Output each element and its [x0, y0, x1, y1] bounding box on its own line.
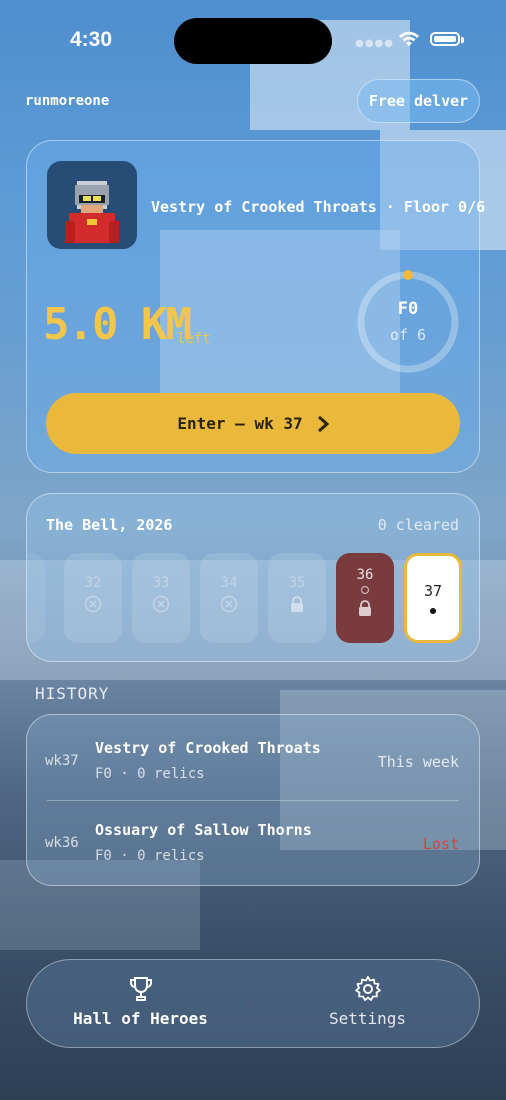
week-tile[interactable]: 35	[268, 553, 326, 643]
x-circle-icon	[84, 595, 102, 613]
tab-bar: Hall of Heroes Settings	[26, 959, 480, 1048]
history-card: wk37 Vestry of Crooked Throats F0 · 0 re…	[26, 714, 480, 886]
history-week: wk36	[45, 835, 79, 851]
current-dot-icon	[430, 608, 436, 614]
week-number: 35	[288, 575, 306, 591]
history-heading: HISTORY	[35, 684, 110, 703]
ring-dot-icon	[360, 585, 370, 595]
history-meta: F0 · 0 relics	[95, 848, 205, 864]
bell-title: The Bell, 2026	[46, 516, 173, 534]
cleared-count: 0 cleared	[377, 516, 459, 534]
dungeon-floor-title: Vestry of Crooked Throats · Floor 0/6	[151, 198, 486, 216]
battery-icon	[430, 32, 460, 46]
week-tile[interactable]: 32	[64, 553, 122, 643]
week-number: 33	[152, 575, 170, 591]
history-meta: F0 · 0 relics	[95, 766, 205, 782]
dynamic-island	[174, 18, 332, 64]
floor-progress-marker	[403, 270, 413, 280]
run-card: Vestry of Crooked Throats · Floor 0/6 5.…	[26, 140, 485, 473]
week-tile[interactable]: 33	[132, 553, 190, 643]
lock-icon	[291, 596, 303, 612]
gear-icon	[354, 976, 381, 1001]
history-week: wk37	[45, 753, 79, 769]
hero-avatar[interactable]	[47, 161, 137, 249]
history-row[interactable]: wk37 Vestry of Crooked Throats F0 · 0 re…	[27, 715, 479, 799]
history-status: This week	[377, 753, 459, 771]
battery-tip	[461, 37, 464, 43]
wifi-icon	[399, 31, 419, 46]
bell-calendar-card: The Bell, 2026 0 cleared 32 33 34 35 36 …	[26, 493, 480, 662]
week-tile-current[interactable]: 37	[404, 553, 462, 643]
ring-floor-label: F0	[397, 299, 419, 319]
tab-label: Hall of Heroes	[73, 1009, 208, 1028]
ring-of-label: of 6	[389, 326, 427, 344]
distance-unit: left	[177, 331, 211, 347]
week-number: 32	[84, 575, 102, 591]
week-tile[interactable]: 34	[200, 553, 258, 643]
trophy-icon	[129, 977, 152, 1001]
week-tile-partial	[27, 553, 45, 643]
distance-remaining: 5.0 KM	[43, 299, 192, 350]
x-circle-icon	[220, 595, 238, 613]
history-status-lost: Lost	[422, 835, 459, 853]
chevron-right-icon	[317, 415, 329, 432]
history-row[interactable]: wk36 Ossuary of Sallow Thorns F0 · 0 rel…	[27, 797, 479, 881]
x-circle-icon	[152, 595, 170, 613]
hero-sprite-icon	[65, 181, 119, 243]
history-dungeon-name: Vestry of Crooked Throats	[95, 739, 321, 757]
cellular-icon: ●●●●	[355, 38, 394, 49]
clock: 4:30	[70, 28, 113, 51]
week-tile-locked[interactable]: 36	[336, 553, 394, 643]
week-number: 36	[356, 567, 374, 583]
week-number: 34	[220, 575, 238, 591]
tab-settings[interactable]: Settings	[254, 960, 481, 1049]
enter-dungeon-button[interactable]: Enter — wk 37	[46, 393, 460, 454]
week-number: 37	[423, 582, 443, 600]
username-label: runmoreone	[25, 93, 110, 109]
history-dungeon-name: Ossuary of Sallow Thorns	[95, 821, 312, 839]
floor-progress-ring	[357, 270, 459, 373]
free-delver-button[interactable]: Free delver	[357, 79, 480, 123]
tab-hall-of-heroes[interactable]: Hall of Heroes	[27, 960, 254, 1049]
lock-icon	[359, 600, 371, 616]
enter-button-label: Enter — wk 37	[177, 414, 303, 433]
tab-label: Settings	[328, 1009, 407, 1028]
